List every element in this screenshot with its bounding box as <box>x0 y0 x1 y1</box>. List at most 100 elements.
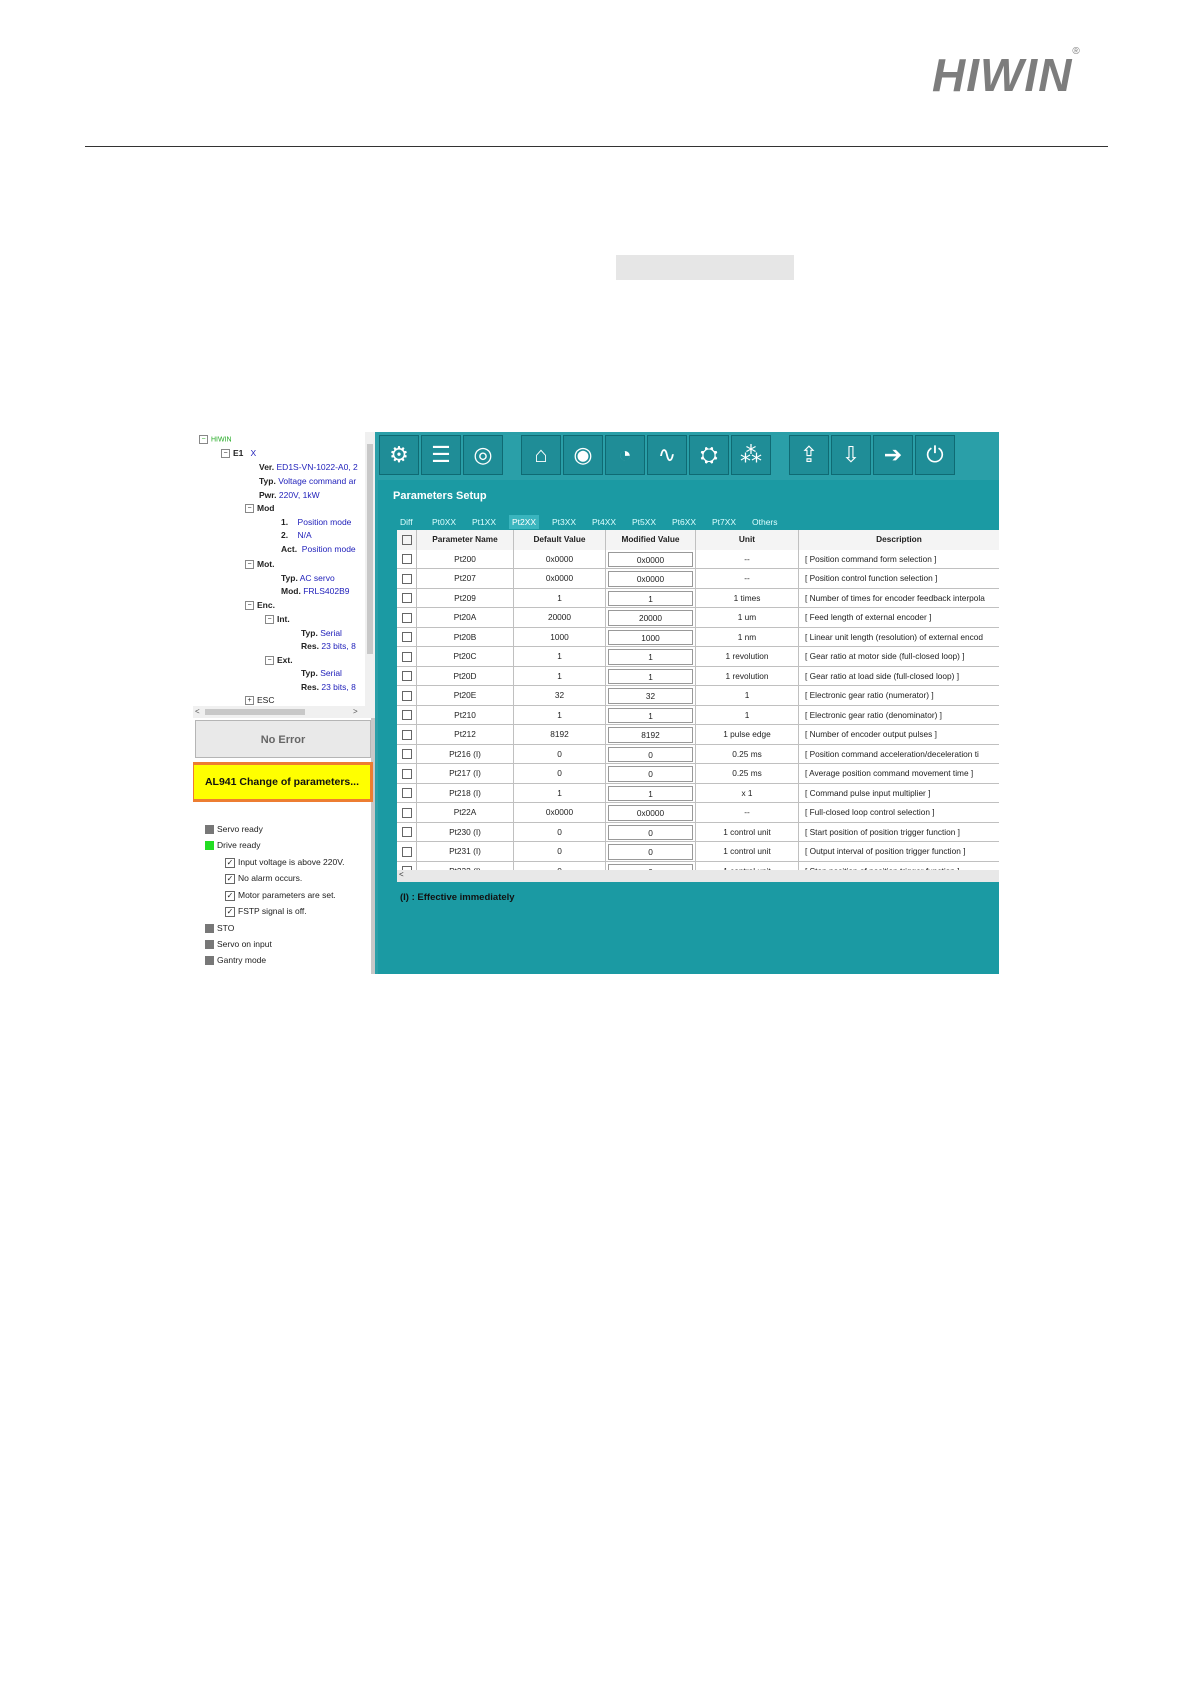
tab-pt3xx[interactable]: Pt3XX <box>549 515 579 529</box>
modified-value-input[interactable]: 0 <box>608 824 693 840</box>
modified-value-input[interactable]: 1000 <box>608 629 693 645</box>
table-row[interactable]: Pt212 8192 8192 1 pulse edge[ Number of enc… <box>397 725 999 745</box>
modified-value-input[interactable]: 20000 <box>608 610 693 626</box>
eye-icon[interactable]: ◉ <box>563 435 603 475</box>
modified-value-cell: 1 <box>606 647 696 667</box>
table-row[interactable]: Pt232 (I)001 control unit[ Stop position… <box>397 861 999 870</box>
tab-pt0xx[interactable]: Pt0XX <box>429 515 459 529</box>
row-checkbox[interactable] <box>397 783 417 803</box>
tree-mode-1: 1. Position mode <box>281 517 352 527</box>
select-all-checkbox[interactable] <box>397 530 417 550</box>
tree-ext-type: Typ. Serial <box>301 668 342 678</box>
modified-value-input[interactable]: 0 <box>608 766 693 782</box>
row-checkbox[interactable] <box>397 588 417 608</box>
tree-int-res: Res. 23 bits, 8 <box>301 641 356 651</box>
motor-icon[interactable]: ⛭ <box>689 435 729 475</box>
table-row[interactable]: Pt231 (I) 0 0 1 control unit[ Output interv… <box>397 842 999 862</box>
tab-others[interactable]: Others <box>749 515 781 529</box>
row-checkbox[interactable] <box>397 627 417 647</box>
table-row[interactable]: Pt216 (I) 0 0 0.25 ms[ Position command acc… <box>397 744 999 764</box>
table-row[interactable]: Pt218 (I) 1 1 x 1[ Command pulse input mult… <box>397 783 999 803</box>
tree-encoder[interactable]: − Enc. <box>245 600 275 611</box>
table-row[interactable]: Pt20D 1 1 1 revolution[ Gear ratio at load … <box>397 666 999 686</box>
row-checkbox[interactable] <box>397 686 417 706</box>
tree-horizontal-scrollbar[interactable]: < > <box>193 706 375 718</box>
row-checkbox[interactable] <box>397 861 417 870</box>
waveform-icon[interactable]: ∿ <box>647 435 687 475</box>
alarm-message-box[interactable]: AL941 Change of parameters... <box>193 762 373 802</box>
table-row[interactable]: Pt20E 32 32 1[ Electronic gear ratio (numer… <box>397 686 999 706</box>
export-icon[interactable]: ⇪ <box>789 435 829 475</box>
table-row[interactable]: Pt200 0x0000 0x0000 --[ Position command fo… <box>397 549 999 569</box>
tab-pt6xx[interactable]: Pt6XX <box>669 515 699 529</box>
table-row[interactable]: Pt20A 20000 20000 1 um[ Feed length of exte… <box>397 608 999 628</box>
modified-value-input[interactable]: 0 <box>608 746 693 762</box>
tab-pt7xx[interactable]: Pt7XX <box>709 515 739 529</box>
table-row[interactable]: Pt210 1 1 1[ Electronic gear ratio (denomin… <box>397 705 999 725</box>
modified-value-input[interactable]: 0 <box>608 844 693 860</box>
import-icon[interactable]: ⇩ <box>831 435 871 475</box>
modified-value-input[interactable]: 0x0000 <box>608 571 693 587</box>
tree-esc[interactable]: + ESC <box>245 695 274 706</box>
table-row[interactable]: Pt207 0x0000 0x0000 --[ Position control fu… <box>397 569 999 589</box>
row-checkbox[interactable] <box>397 822 417 842</box>
table-row[interactable]: Pt20B 1000 1000 1 nm[ Linear unit length (r… <box>397 627 999 647</box>
network-nodes-icon[interactable]: ⁂ <box>731 435 771 475</box>
row-checkbox[interactable] <box>397 842 417 862</box>
tree-mode[interactable]: − Mod <box>245 503 274 514</box>
table-row[interactable]: Pt22A 0x0000 0x0000 --[ Full-closed loop co… <box>397 803 999 823</box>
row-checkbox[interactable] <box>397 666 417 686</box>
scroll-left-icon[interactable]: < <box>195 707 200 716</box>
col-parameter-name[interactable]: Parameter Name <box>417 530 514 550</box>
row-checkbox[interactable] <box>397 705 417 725</box>
tab-pt5xx[interactable]: Pt5XX <box>629 515 659 529</box>
modified-value-cell: 20000 <box>606 608 696 628</box>
tree-axis[interactable]: − E1 X <box>221 448 256 459</box>
modified-value-input[interactable]: 32 <box>608 688 693 704</box>
steering-wheel-icon[interactable]: ◎ <box>463 435 503 475</box>
document-list-icon[interactable]: ☰ <box>421 435 461 475</box>
modified-value-input[interactable]: 1 <box>608 707 693 723</box>
row-checkbox[interactable] <box>397 803 417 823</box>
modified-value-input[interactable]: 0x0000 <box>608 805 693 821</box>
row-checkbox[interactable] <box>397 549 417 569</box>
download-icon[interactable]: ➔ <box>873 435 913 475</box>
table-row[interactable]: Pt217 (I) 0 0 0.25 ms[ Average position com… <box>397 764 999 784</box>
row-checkbox[interactable] <box>397 608 417 628</box>
col-description[interactable]: Description <box>799 530 999 550</box>
scroll-right-icon[interactable]: > <box>353 707 358 716</box>
tab-pt4xx[interactable]: Pt4XX <box>589 515 619 529</box>
tree-vertical-scrollbar[interactable] <box>365 432 375 706</box>
row-checkbox[interactable] <box>397 569 417 589</box>
table-horizontal-scrollbar[interactable]: < <box>397 870 999 882</box>
modified-value-input[interactable]: 1 <box>608 668 693 684</box>
tree-encoder-int[interactable]: − Int. <box>265 614 290 625</box>
tab-diff[interactable]: Diff <box>397 515 416 529</box>
modified-value-input[interactable]: 1 <box>608 649 693 665</box>
row-checkbox[interactable] <box>397 764 417 784</box>
tree-motor[interactable]: − Mot. <box>245 559 274 570</box>
power-icon[interactable]: ⏻ <box>915 435 955 475</box>
wrench-gear-icon[interactable]: ⚙ <box>379 435 419 475</box>
modified-value-input[interactable]: 8192 <box>608 727 693 743</box>
tree-root[interactable]: − HIWIN <box>199 435 232 444</box>
modified-value-input[interactable]: 1 <box>608 785 693 801</box>
tab-pt2xx[interactable]: Pt2XX <box>509 515 540 529</box>
indicator-icon <box>205 956 214 966</box>
parameter-name: Pt200 <box>417 549 514 569</box>
gauge-icon[interactable]: ◔ <box>605 435 645 475</box>
col-unit[interactable]: Unit <box>696 530 799 550</box>
tree-encoder-ext[interactable]: − Ext. <box>265 655 293 666</box>
table-row[interactable]: Pt230 (I) 0 0 1 control unit[ Start positio… <box>397 822 999 842</box>
col-default-value[interactable]: Default Value <box>514 530 606 550</box>
row-checkbox[interactable] <box>397 647 417 667</box>
row-checkbox[interactable] <box>397 725 417 745</box>
modified-value-input[interactable]: 1 <box>608 590 693 606</box>
table-row[interactable]: Pt209 1 1 1 times[ Number of times for enco… <box>397 588 999 608</box>
home-icon[interactable]: ⌂ <box>521 435 561 475</box>
col-modified-value[interactable]: Modified Value <box>606 530 696 550</box>
modified-value-input[interactable]: 0x0000 <box>608 551 693 567</box>
tab-pt1xx[interactable]: Pt1XX <box>469 515 499 529</box>
table-row[interactable]: Pt20C 1 1 1 revolution[ Gear ratio at motor… <box>397 647 999 667</box>
row-checkbox[interactable] <box>397 744 417 764</box>
